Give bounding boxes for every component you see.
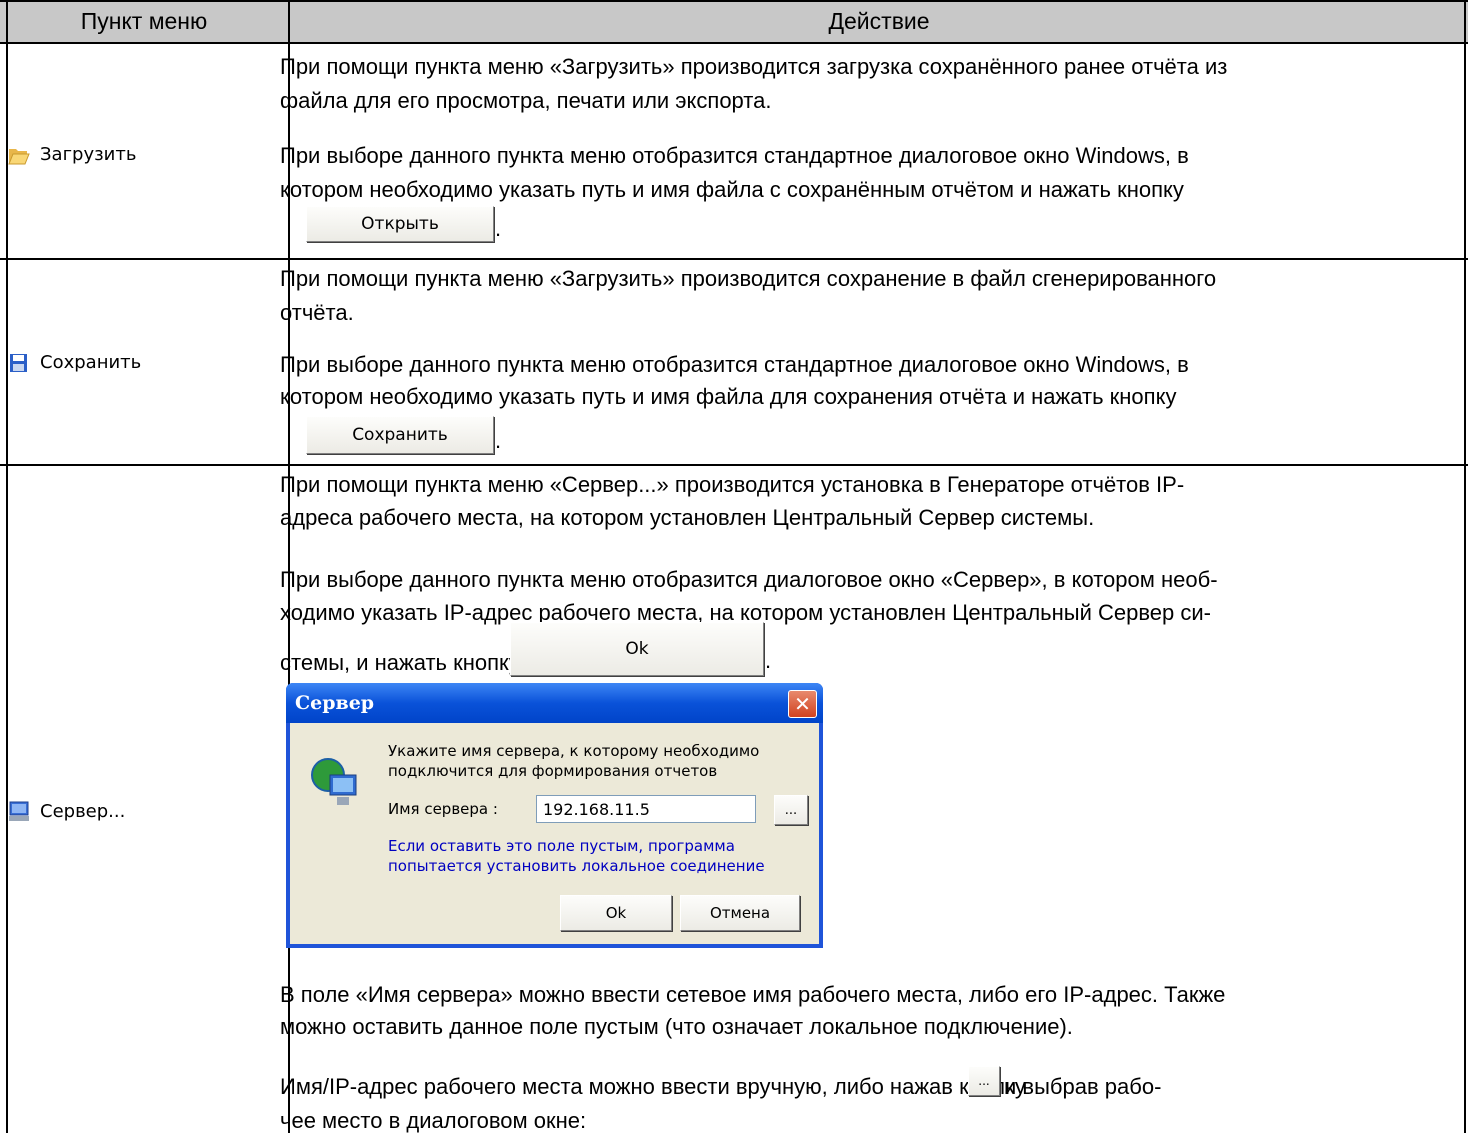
text-line: При помощи пункта меню «Загрузить» произ… xyxy=(280,266,1217,291)
cancel-button[interactable]: Отмена xyxy=(680,895,800,931)
dialog-hint: Если оставить это поле пустым, программа xyxy=(388,837,735,855)
ok-button-inline: Ok xyxy=(510,622,764,676)
text-line: адреса рабочего места, на котором устано… xyxy=(280,505,1095,530)
text-line: чее место в диалоговом окне: xyxy=(280,1108,587,1133)
text-line: файла для его просмотра, печати или эксп… xyxy=(280,88,772,113)
text-line: При выборе данного пункта меню отобразит… xyxy=(280,567,1218,592)
network-computer-icon xyxy=(311,758,357,805)
server-dialog: Сервер ✕ Укажите имя сервера, к которому… xyxy=(286,683,823,948)
text-line: При помощи пункта меню «Сервер...» произ… xyxy=(280,472,1185,497)
dialog-title: Сервер xyxy=(295,692,375,714)
open-button: Открыть xyxy=(306,206,494,242)
menu-item-label: Загрузить xyxy=(40,144,137,165)
menu-item-save: Сохранить xyxy=(8,352,141,373)
text-line: стемы, и нажать кнопку xyxy=(280,650,520,675)
grid-line xyxy=(0,0,1468,2)
grid-line xyxy=(0,464,1468,466)
grid-line xyxy=(6,0,8,1133)
server-name-input[interactable]: 192.168.11.5 xyxy=(536,795,756,823)
menu-item-label: Сохранить xyxy=(40,352,142,373)
computer-icon xyxy=(9,801,29,821)
header-col-menu: Пункт меню xyxy=(0,0,288,42)
text-line: При помощи пункта меню «Загрузить» произ… xyxy=(280,54,1228,79)
dialog-message: Укажите имя сервера, к которому необходи… xyxy=(388,742,760,760)
grid-line xyxy=(0,42,1468,44)
text-line: Имя/IP-адрес рабочего места можно ввести… xyxy=(280,1074,1026,1099)
close-icon[interactable]: ✕ xyxy=(788,690,817,718)
menu-item-server: Сервер... xyxy=(8,800,125,822)
text-line: При выборе данного пункта меню отобразит… xyxy=(280,352,1189,377)
ok-button[interactable]: Ok xyxy=(560,895,672,931)
text-line: котором необходимо указать путь и имя фа… xyxy=(280,384,1177,409)
menu-item-load: Загрузить xyxy=(8,144,136,165)
folder-open-icon xyxy=(8,148,30,164)
header-col-action: Действие xyxy=(290,0,1468,42)
text-line: можно оставить данное поле пустым (что о… xyxy=(280,1014,1073,1039)
text-line: отчёта. xyxy=(280,300,354,325)
dialog-message: подключится для формирования отчетов xyxy=(388,762,718,780)
text-line: При выборе данного пункта меню отобразит… xyxy=(280,143,1189,168)
server-name-label: Имя сервера : xyxy=(388,800,498,818)
text-line: и выбрав рабо- xyxy=(1004,1074,1162,1099)
browse-button-inline: ... xyxy=(968,1066,1000,1096)
browse-button[interactable]: ... xyxy=(774,795,808,825)
dialog-titlebar: Сервер ✕ xyxy=(286,683,823,723)
save-button: Сохранить xyxy=(306,416,494,454)
text-line: В поле «Имя сервера» можно ввести сетево… xyxy=(280,982,1226,1007)
menu-item-label: Сервер... xyxy=(40,800,126,822)
dialog-body: Укажите имя сервера, к которому необходи… xyxy=(290,723,819,944)
dialog-hint: попытается установить локальное соединен… xyxy=(388,857,765,875)
floppy-disk-icon xyxy=(10,353,27,372)
grid-line xyxy=(0,258,1468,260)
grid-line xyxy=(1464,0,1466,1133)
text-line: котором необходимо указать путь и имя фа… xyxy=(280,177,1184,202)
